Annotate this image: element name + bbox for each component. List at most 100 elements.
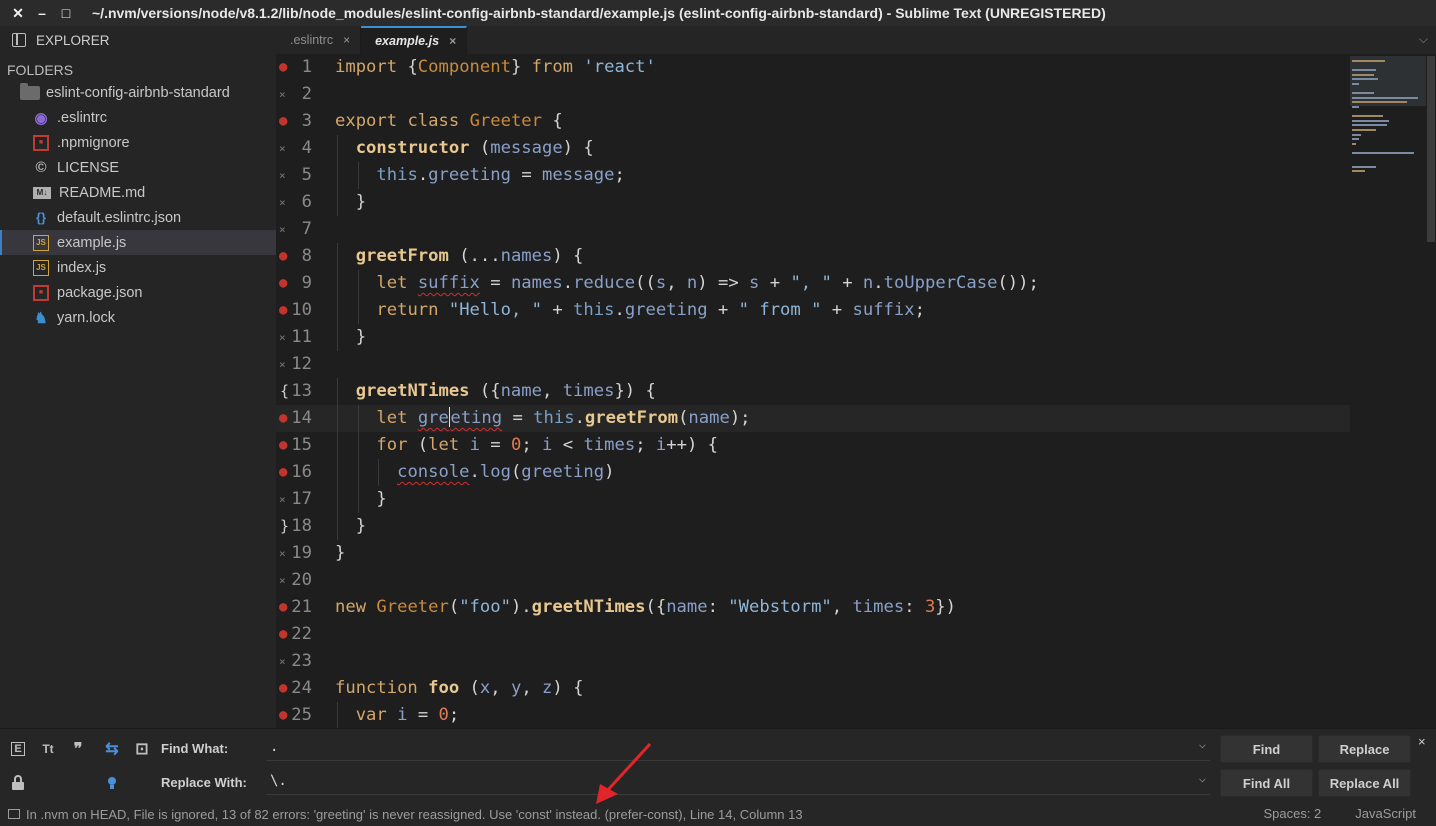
- close-window-button[interactable]: ✕: [6, 0, 30, 26]
- code-line[interactable]: ● 8 greetFrom (...names) {: [276, 243, 1350, 270]
- line-gutter[interactable]: ● 9: [276, 270, 332, 297]
- line-gutter[interactable]: {13: [276, 378, 332, 405]
- code-line[interactable]: × 6 }: [276, 189, 1350, 216]
- line-gutter[interactable]: × 23: [276, 648, 332, 675]
- error-marker-icon: ●: [279, 464, 288, 480]
- find-input[interactable]: . ⌵: [266, 735, 1210, 761]
- line-gutter[interactable]: ● 8: [276, 243, 332, 270]
- line-gutter[interactable]: ● 3: [276, 108, 332, 135]
- line-gutter[interactable]: × 5: [276, 162, 332, 189]
- line-gutter[interactable]: } 18: [276, 513, 332, 540]
- lint-clear-marker-icon: ×: [279, 142, 286, 155]
- indentation-indicator[interactable]: Spaces: 2: [1263, 806, 1321, 821]
- window-title: ~/.nvm/versions/node/v8.1.2/lib/node_mod…: [92, 5, 1106, 21]
- line-gutter[interactable]: × 12: [276, 351, 332, 378]
- line-gutter[interactable]: ● 24: [276, 675, 332, 702]
- code-line[interactable]: × 23: [276, 648, 1350, 675]
- code-line[interactable]: } 18 }: [276, 513, 1350, 540]
- line-gutter[interactable]: ● 1: [276, 54, 332, 81]
- find-all-button[interactable]: Find All: [1220, 769, 1313, 797]
- line-gutter[interactable]: × 7: [276, 216, 332, 243]
- regex-toggle-icon[interactable]: E: [6, 737, 30, 761]
- code-line[interactable]: × 12: [276, 351, 1350, 378]
- error-marker-icon: ●: [279, 275, 288, 291]
- line-gutter[interactable]: × 6: [276, 189, 332, 216]
- line-gutter[interactable]: × 17: [276, 486, 332, 513]
- wrap-toggle-icon[interactable]: ⇆: [100, 737, 124, 761]
- file-item[interactable]: JS index.js: [0, 255, 276, 280]
- close-find-panel-icon[interactable]: ×: [1418, 734, 1426, 749]
- code-line[interactable]: ● 21 new Greeter("foo").greetNTimes({name:…: [276, 594, 1350, 621]
- line-gutter[interactable]: ● 10: [276, 297, 332, 324]
- line-gutter[interactable]: ● 15: [276, 432, 332, 459]
- line-number: 23: [291, 651, 312, 671]
- highlight-matches-toggle-icon[interactable]: [100, 771, 124, 795]
- close-tab-icon[interactable]: ×: [343, 33, 350, 47]
- file-item[interactable]: M↓ README.md: [0, 180, 276, 205]
- find-history-chevron-icon[interactable]: ⌵: [1199, 737, 1206, 751]
- file-item[interactable]: ♞ yarn.lock: [0, 305, 276, 330]
- file-item[interactable]: ■ .npmignore: [0, 130, 276, 155]
- code-line[interactable]: × 5 this.greeting = message;: [276, 162, 1350, 189]
- line-gutter[interactable]: × 2: [276, 81, 332, 108]
- code-line[interactable]: {13 greetNTimes ({name, times}) {: [276, 378, 1350, 405]
- line-gutter[interactable]: × 20: [276, 567, 332, 594]
- code-line[interactable]: ● 1 import {Component} from 'react': [276, 54, 1350, 81]
- error-marker-icon: ●: [279, 248, 288, 264]
- syntax-indicator[interactable]: JavaScript: [1355, 806, 1416, 821]
- root-folder[interactable]: eslint-config-airbnb-standard: [0, 80, 276, 105]
- tab-eslintrc[interactable]: .eslintrc ×: [276, 26, 362, 54]
- replace-history-chevron-icon[interactable]: ⌵: [1199, 771, 1206, 785]
- code-line[interactable]: ● 9 let suffix = names.reduce((s, n) => s…: [276, 270, 1350, 297]
- code-line[interactable]: ● 15 for (let i = 0; i < times; i++) {: [276, 432, 1350, 459]
- code-line[interactable]: ● 22: [276, 621, 1350, 648]
- file-item[interactable]: ◉ .eslintrc: [0, 105, 276, 130]
- code-line[interactable]: × 7: [276, 216, 1350, 243]
- line-gutter[interactable]: ● 14: [276, 405, 332, 432]
- line-gutter[interactable]: ● 21: [276, 594, 332, 621]
- code-line[interactable]: × 20: [276, 567, 1350, 594]
- code-line[interactable]: ● 24 function foo (x, y, z) {: [276, 675, 1350, 702]
- file-item[interactable]: {} default.eslintrc.json: [0, 205, 276, 230]
- code-line[interactable]: ● 14 let greeting = this.greetFrom(name);: [276, 405, 1350, 432]
- panel-toggle-icon[interactable]: [8, 809, 20, 819]
- replace-button[interactable]: Replace: [1318, 735, 1411, 763]
- whole-word-toggle-icon[interactable]: ❞: [66, 737, 90, 761]
- tab-example-js[interactable]: example.js ×: [361, 26, 468, 54]
- case-sensitive-toggle-icon[interactable]: Tt: [36, 737, 60, 761]
- line-gutter[interactable]: ● 22: [276, 621, 332, 648]
- code-line[interactable]: ● 25 var i = 0;: [276, 702, 1350, 728]
- line-number: 15: [291, 435, 312, 455]
- file-item[interactable]: © LICENSE: [0, 155, 276, 180]
- scrollbar-thumb[interactable]: [1427, 56, 1435, 242]
- vertical-scrollbar[interactable]: [1426, 54, 1436, 728]
- code-editor[interactable]: ● 1 import {Component} from 'react' × 2 ● 3 exp…: [276, 54, 1426, 728]
- tab-list-chevron-icon[interactable]: ⌵: [1419, 32, 1428, 47]
- file-item[interactable]: ■ package.json: [0, 280, 276, 305]
- close-tab-icon[interactable]: ×: [449, 34, 456, 48]
- code-line[interactable]: ● 10 return "Hello, " + this.greeting + "…: [276, 297, 1350, 324]
- replace-input[interactable]: \. ⌵: [266, 769, 1210, 795]
- code-line[interactable]: × 2: [276, 81, 1350, 108]
- preserve-case-toggle-icon[interactable]: [6, 771, 30, 795]
- line-gutter[interactable]: ● 16: [276, 459, 332, 486]
- replace-all-button[interactable]: Replace All: [1318, 769, 1411, 797]
- minimap-line: [1352, 73, 1374, 76]
- minimize-window-button[interactable]: –: [30, 0, 54, 26]
- line-gutter[interactable]: × 11: [276, 324, 332, 351]
- code-line[interactable]: × 11 }: [276, 324, 1350, 351]
- code-line[interactable]: ● 16 console.log(greeting): [276, 459, 1350, 486]
- maximize-window-button[interactable]: □: [54, 0, 78, 26]
- file-label: package.json: [57, 284, 143, 301]
- line-gutter[interactable]: × 19: [276, 540, 332, 567]
- find-button[interactable]: Find: [1220, 735, 1313, 763]
- line-gutter[interactable]: ● 25: [276, 702, 332, 728]
- minimap[interactable]: [1346, 54, 1426, 194]
- file-item[interactable]: JS example.js: [0, 230, 276, 255]
- line-gutter[interactable]: × 4: [276, 135, 332, 162]
- code-line[interactable]: × 19}: [276, 540, 1350, 567]
- code-line[interactable]: × 4 constructor (message) {: [276, 135, 1350, 162]
- in-selection-toggle-icon[interactable]: ⊡: [130, 737, 154, 761]
- code-line[interactable]: ● 3 export class Greeter {: [276, 108, 1350, 135]
- code-line[interactable]: × 17 }: [276, 486, 1350, 513]
